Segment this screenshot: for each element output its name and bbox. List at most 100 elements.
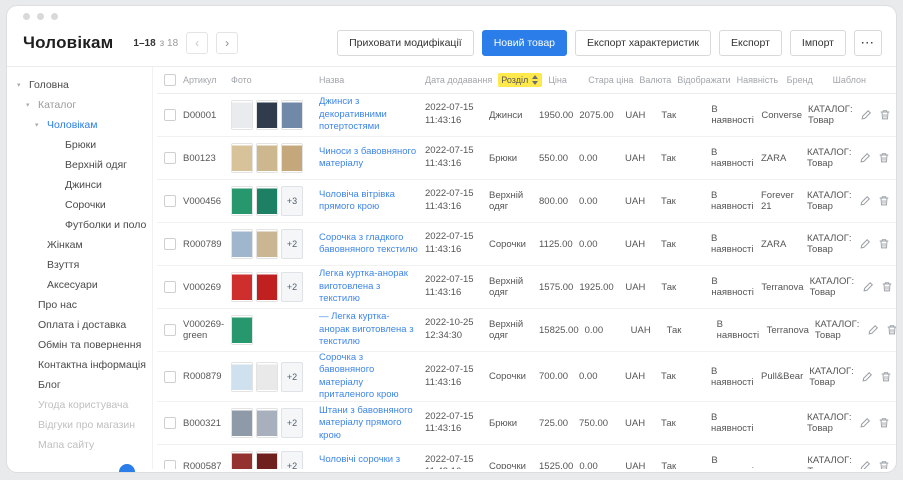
- export-button[interactable]: Експорт: [719, 30, 782, 56]
- select-all-checkbox[interactable]: [164, 74, 176, 86]
- sidebar-item[interactable]: Аксесуари: [15, 275, 152, 295]
- edit-icon[interactable]: [859, 417, 871, 429]
- delete-icon[interactable]: [880, 371, 892, 383]
- sidebar-item[interactable]: Брюки: [15, 135, 152, 155]
- product-thumbnail[interactable]: [231, 143, 253, 173]
- delete-icon[interactable]: [878, 417, 890, 429]
- product-name-link[interactable]: Чоловіча вітрівка прямого крою: [319, 189, 419, 214]
- product-thumbnail[interactable]: [256, 229, 278, 259]
- more-photos-badge[interactable]: +2: [281, 362, 303, 392]
- product-thumbnail[interactable]: [256, 100, 278, 130]
- row-checkbox[interactable]: [164, 460, 176, 469]
- window-control-dot[interactable]: [37, 13, 44, 20]
- product-thumbnail[interactable]: [231, 272, 253, 302]
- delete-icon[interactable]: [881, 281, 893, 293]
- product-thumbnail[interactable]: [231, 362, 253, 392]
- product-name-link[interactable]: Чоловічі сорочки з легкого текстилю: [319, 454, 419, 469]
- product-thumbnail[interactable]: [231, 100, 253, 130]
- column-header-template[interactable]: Шаблон: [833, 75, 885, 85]
- chevron-down-icon[interactable]: ▾: [17, 81, 26, 89]
- product-thumbnail[interactable]: [231, 315, 253, 345]
- import-button[interactable]: Імпорт: [790, 30, 846, 56]
- sidebar-item[interactable]: Взуття: [15, 255, 152, 275]
- column-header-availability[interactable]: Наявність: [737, 75, 787, 85]
- delete-icon[interactable]: [878, 152, 890, 164]
- column-header-currency[interactable]: Валюта: [639, 75, 677, 85]
- row-checkbox[interactable]: [164, 371, 176, 383]
- sidebar-item[interactable]: Відгуки про магазин: [15, 415, 152, 435]
- row-checkbox[interactable]: [164, 281, 176, 293]
- prev-page-button[interactable]: ‹: [186, 32, 208, 54]
- row-checkbox[interactable]: [164, 109, 176, 121]
- more-photos-badge[interactable]: +2: [281, 229, 303, 259]
- edit-icon[interactable]: [860, 109, 872, 121]
- more-photos-badge[interactable]: +3: [281, 186, 303, 216]
- sidebar-item[interactable]: ▾Чоловікам: [15, 115, 152, 135]
- export-characteristics-button[interactable]: Експорт характеристик: [575, 30, 711, 56]
- window-control-dot[interactable]: [51, 13, 58, 20]
- window-control-dot[interactable]: [23, 13, 30, 20]
- more-photos-badge[interactable]: +2: [281, 408, 303, 438]
- product-name-link[interactable]: Легка куртка-анорак виготовлена з тексти…: [319, 268, 419, 305]
- product-thumbnail[interactable]: [281, 143, 303, 173]
- more-photos-badge[interactable]: +2: [281, 272, 303, 302]
- sidebar-item[interactable]: Обмін та повернення: [15, 335, 152, 355]
- row-checkbox[interactable]: [164, 238, 176, 250]
- product-name-link[interactable]: Джинси з декоративними потертостями: [319, 96, 419, 133]
- delete-icon[interactable]: [878, 238, 890, 250]
- product-name-link[interactable]: Сорочка з гладкого бавовняного текстилю: [319, 232, 419, 257]
- column-header-date[interactable]: Дата додавання: [425, 75, 498, 85]
- product-name-link[interactable]: — Легка куртка-анорак виготовлена з текс…: [319, 311, 419, 348]
- column-header-old_price[interactable]: Стара ціна: [588, 75, 639, 85]
- sidebar-item[interactable]: Жінкам: [15, 235, 152, 255]
- row-checkbox[interactable]: [164, 195, 176, 207]
- sidebar-item[interactable]: Верхній одяг: [15, 155, 152, 175]
- more-photos-badge[interactable]: +2: [281, 451, 303, 469]
- sidebar-item[interactable]: Про нас: [15, 295, 152, 315]
- delete-icon[interactable]: [878, 195, 890, 207]
- product-thumbnail[interactable]: [231, 451, 253, 469]
- product-thumbnail[interactable]: [256, 451, 278, 469]
- hide-modifications-button[interactable]: Приховати модифікації: [337, 30, 474, 56]
- sidebar-item[interactable]: Блог: [15, 375, 152, 395]
- chevron-down-icon[interactable]: ▾: [35, 121, 44, 129]
- sidebar-item[interactable]: Мапа сайту: [15, 435, 152, 455]
- product-thumbnail[interactable]: [256, 272, 278, 302]
- sidebar-item[interactable]: Контактна інформація: [15, 355, 152, 375]
- row-checkbox[interactable]: [164, 324, 176, 336]
- product-thumbnail[interactable]: [256, 186, 278, 216]
- edit-icon[interactable]: [861, 371, 873, 383]
- column-header-display[interactable]: Відображати: [677, 75, 736, 85]
- row-checkbox[interactable]: [164, 152, 176, 164]
- next-page-button[interactable]: ›: [216, 32, 238, 54]
- delete-icon[interactable]: [878, 460, 890, 469]
- product-thumbnail[interactable]: [231, 186, 253, 216]
- new-product-button[interactable]: Новий товар: [482, 30, 567, 56]
- row-checkbox[interactable]: [164, 417, 176, 429]
- product-thumbnail[interactable]: [231, 229, 253, 259]
- product-name-link[interactable]: Штани з бавовняного матеріалу прямого кр…: [319, 405, 419, 442]
- product-name-link[interactable]: Сорочка з бавовняного матеріалу притален…: [319, 352, 419, 401]
- more-actions-button[interactable]: ···: [854, 30, 882, 56]
- sidebar-item[interactable]: ▾Головна: [15, 75, 152, 95]
- sidebar-item[interactable]: Джинси: [15, 175, 152, 195]
- sidebar-item[interactable]: Оплата і доставка: [15, 315, 152, 335]
- delete-icon[interactable]: [886, 324, 896, 336]
- sidebar-item[interactable]: Сорочки: [15, 195, 152, 215]
- product-thumbnail[interactable]: [256, 143, 278, 173]
- product-thumbnail[interactable]: [256, 362, 278, 392]
- sidebar-item[interactable]: Угода користувача: [15, 395, 152, 415]
- edit-icon[interactable]: [867, 324, 879, 336]
- sidebar-item[interactable]: Футболки и поло: [15, 215, 152, 235]
- column-header-photo[interactable]: Фото: [231, 75, 319, 85]
- sort-icon[interactable]: [531, 75, 539, 85]
- column-header-name[interactable]: Назва: [319, 75, 425, 85]
- product-name-link[interactable]: Чиноси з бавовняного матеріалу: [319, 146, 419, 171]
- column-header-price[interactable]: Ціна: [548, 75, 588, 85]
- column-header-sku[interactable]: Артикул: [183, 75, 231, 85]
- edit-icon[interactable]: [859, 152, 871, 164]
- chevron-down-icon[interactable]: ▾: [26, 101, 35, 109]
- edit-icon[interactable]: [859, 195, 871, 207]
- delete-icon[interactable]: [879, 109, 891, 121]
- product-thumbnail[interactable]: [231, 408, 253, 438]
